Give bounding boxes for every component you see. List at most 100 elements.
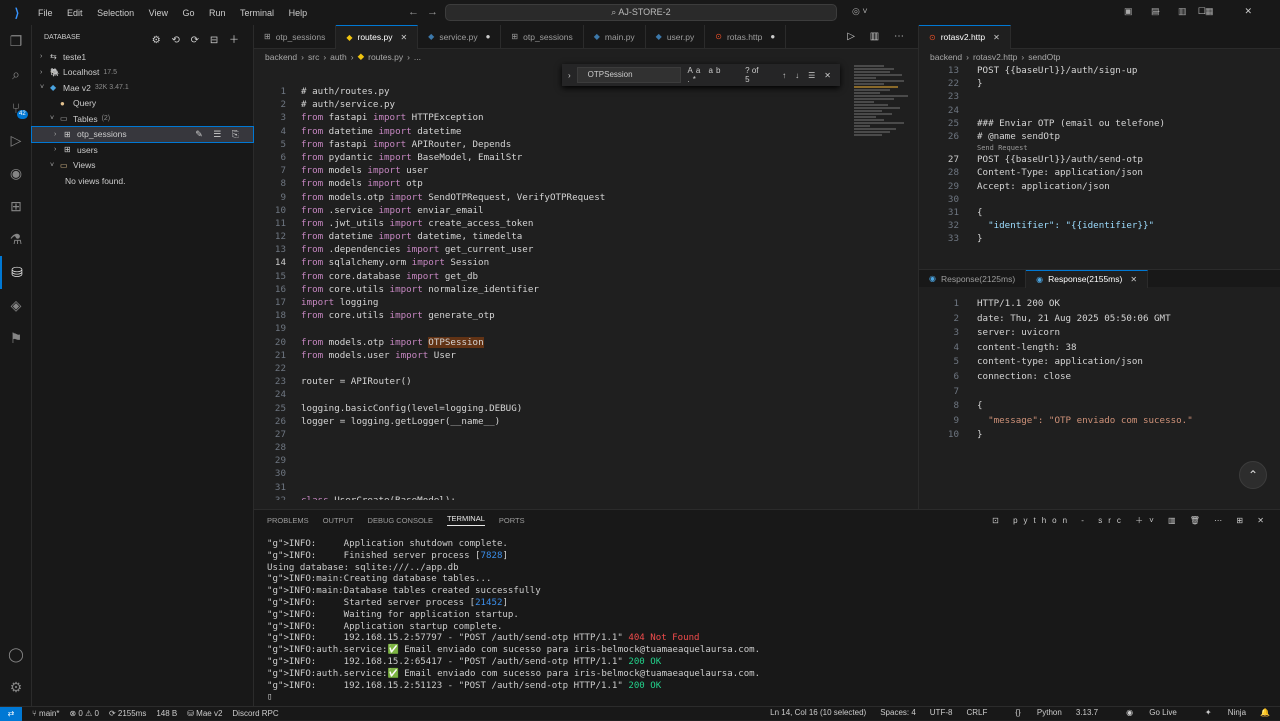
line-number: 5 xyxy=(953,356,959,368)
line-number: 6 xyxy=(953,370,959,382)
breadcrumb-item[interactable]: ... xyxy=(414,52,421,62)
nav-arrows[interactable]: ←→ xyxy=(408,6,446,18)
http-request-editor[interactable]: 13 POST {{baseUrl}}/auth/sign-up 22} 23 2… xyxy=(919,64,1280,245)
tab-terminal[interactable]: TERMINAL xyxy=(446,514,485,526)
breadcrumb-item[interactable]: backend xyxy=(930,52,962,62)
connection-teste1[interactable]: › ⇆ teste1 xyxy=(32,49,253,65)
tab-ports[interactable]: PORTS xyxy=(499,516,525,525)
find-input[interactable]: OTPSession xyxy=(576,67,682,83)
response-line: } xyxy=(977,429,983,441)
menu-terminal[interactable]: Terminal xyxy=(240,8,274,18)
menu-edit[interactable]: Edit xyxy=(67,8,83,18)
postgres-icon: 🐘 xyxy=(50,67,60,77)
breadcrumb-item[interactable]: sendOtp xyxy=(1028,52,1060,62)
breadcrumb-item[interactable]: rotasv2.http xyxy=(973,52,1017,62)
tab-service-py[interactable]: ◆ service.py ● xyxy=(418,24,502,49)
status-discord[interactable]: Discord RPC xyxy=(232,709,278,718)
database-icon[interactable]: ⛁ xyxy=(0,256,32,289)
breadcrumb-item[interactable]: auth xyxy=(330,52,347,62)
breadcrumb-item[interactable]: routes.py xyxy=(368,52,403,62)
close-icon[interactable]: ✕ xyxy=(993,33,1000,42)
tab-problems[interactable]: PROBLEMS xyxy=(267,516,309,525)
terminal-line: "g">INFO: Application shutdown complete. xyxy=(267,539,508,549)
scroll-to-top-button[interactable]: ⌃ xyxy=(1239,461,1267,489)
tree-tables[interactable]: ˅ ▭ Tables (2) xyxy=(32,111,253,127)
remote-indicator-icon[interactable]: ⇄ xyxy=(0,706,22,721)
tab-rotas-http[interactable]: ⊙ rotas.http ● xyxy=(705,24,787,49)
menu-run[interactable]: Run xyxy=(209,8,226,18)
http-icon: ⊙ xyxy=(929,32,936,42)
copilot-icon[interactable]: ◎ ˅ xyxy=(852,6,868,17)
status-database[interactable]: ⛁ Mae v2 xyxy=(187,709,222,718)
tab-otp-sessions-2[interactable]: ⊞ otp_sessions xyxy=(501,24,584,49)
response-viewer[interactable]: 1 HTTP/1.1 200 OK 2 date: Thu, 21 Aug 2025… xyxy=(919,297,1280,443)
status-interpreter[interactable]: 3.13.7 xyxy=(1076,708,1098,717)
tree-table-otp-sessions[interactable]: › ⊞ otp_sessions ✎ ☰ ⎘ xyxy=(31,125,254,143)
send-request-codelens[interactable]: Send Request xyxy=(919,143,1280,153)
menu-selection[interactable]: Selection xyxy=(97,8,134,18)
menu-go[interactable]: Go xyxy=(182,8,194,18)
tab-rotasv2-http[interactable]: ⊙ rotasv2.http ✕ xyxy=(919,24,1011,49)
chevron-right-icon: › xyxy=(40,53,43,61)
status-cursor-position[interactable]: Ln 14, Col 16 (10 selected) xyxy=(770,708,866,717)
chevron-right-icon[interactable]: › xyxy=(568,71,571,80)
status-encoding[interactable]: UTF-8 xyxy=(930,708,953,717)
menu-help[interactable]: Help xyxy=(289,8,308,18)
tab-main-py[interactable]: ◆ main.py xyxy=(584,24,646,49)
status-language[interactable]: {} Python xyxy=(1001,708,1061,717)
tab-output[interactable]: OUTPUT xyxy=(323,516,354,525)
find-options[interactable]: Aa ab .* xyxy=(687,66,737,84)
command-center[interactable]: ⌕ AJ-STORE-2 xyxy=(445,4,837,21)
remote-icon[interactable]: ◉ xyxy=(0,157,32,190)
tab-routes-py[interactable]: ◆ routes.py ✕ xyxy=(336,24,419,49)
table-actions[interactable]: ✎ ☰ ⎘ xyxy=(195,129,243,140)
status-response-time[interactable]: ⟳ 2155ms xyxy=(109,709,146,718)
menu-view[interactable]: View xyxy=(149,8,168,18)
status-eol[interactable]: CRLF xyxy=(966,708,987,717)
layers-icon[interactable]: ◈ xyxy=(0,289,32,322)
terminal[interactable]: "g">INFO: Application shutdown complete.… xyxy=(254,530,1280,704)
connection-localhost[interactable]: › 🐘 Localhost 17.5 xyxy=(32,65,253,81)
account-icon[interactable]: ◯ xyxy=(0,638,32,671)
status-indentation[interactable]: Spaces: 4 xyxy=(880,708,916,717)
status-ninja[interactable]: ✦ Ninja xyxy=(1191,708,1246,717)
terminal-actions[interactable]: ⊡ python - src ＋˅ ▥ 🗑 ⋯ ⊞ ✕ xyxy=(992,515,1270,526)
tab-debug-console[interactable]: DEBUG CONSOLE xyxy=(368,516,433,525)
notifications-bell-icon[interactable]: 🔔 xyxy=(1260,708,1270,717)
minimap[interactable] xyxy=(854,64,916,244)
menu-file[interactable]: File xyxy=(38,8,53,18)
editor-actions[interactable]: ▷ ▥ ⋯ xyxy=(847,31,910,42)
breadcrumb-item[interactable]: backend xyxy=(265,52,297,62)
search-icon[interactable]: ⌕ xyxy=(0,58,32,91)
bookmark-icon[interactable]: ⚑ xyxy=(0,322,32,355)
status-branch[interactable]: ⑂ main* xyxy=(32,709,59,718)
sqlite-icon: ◆ xyxy=(50,83,57,93)
extensions-icon[interactable]: ⊞ xyxy=(0,190,32,223)
tab-response-2[interactable]: ◉ Response(2155ms) ✕ xyxy=(1026,269,1149,288)
line-number: 3 xyxy=(953,327,959,339)
close-icon[interactable]: ✕ xyxy=(1130,275,1137,284)
status-response-size[interactable]: 148 B xyxy=(156,709,177,718)
tree-table-users[interactable]: › ⊞ users xyxy=(32,142,253,158)
breadcrumb-item[interactable]: src xyxy=(308,52,319,62)
code-editor[interactable]: 1 # auth/routes.py 2 # auth/service.py 3 fr… xyxy=(254,85,854,500)
tree-label: Localhost xyxy=(63,67,100,78)
tab-user-py[interactable]: ◆ user.py xyxy=(646,24,706,49)
find-nav-icons[interactable]: ↑↓☰✕ xyxy=(782,71,840,80)
source-control-icon[interactable]: ⑂ 42 xyxy=(0,91,32,124)
tab-response-1[interactable]: ◉ Response(2125ms) xyxy=(919,269,1027,288)
status-problems[interactable]: ⊗ 0 ⚠ 0 xyxy=(69,709,98,718)
explorer-icon[interactable]: ❐ xyxy=(0,25,32,58)
line-number: 4 xyxy=(280,125,286,137)
run-debug-icon[interactable]: ▷ xyxy=(0,124,32,157)
connection-mae-v2[interactable]: ˅ ◆ Mae v2 32K 3.47.1 xyxy=(32,80,253,96)
sidebar-toolbar-icons[interactable]: ⚙ ⟲ ⟳ ⊟ ＋ xyxy=(152,31,243,46)
close-icon[interactable]: ✕ xyxy=(400,33,407,42)
status-go-live[interactable]: ◉ Go Live xyxy=(1112,708,1177,717)
settings-gear-icon[interactable]: ⚙ xyxy=(0,671,32,704)
tree-views[interactable]: ˅ ▭ Views xyxy=(32,158,253,174)
tree-query[interactable]: ● Query xyxy=(32,96,253,112)
testing-icon[interactable]: ⚗ xyxy=(0,223,32,256)
window-controls[interactable]: ─ ☐ ✕ xyxy=(1153,6,1270,17)
tab-otp-sessions[interactable]: ⊞ otp_sessions xyxy=(254,24,337,49)
